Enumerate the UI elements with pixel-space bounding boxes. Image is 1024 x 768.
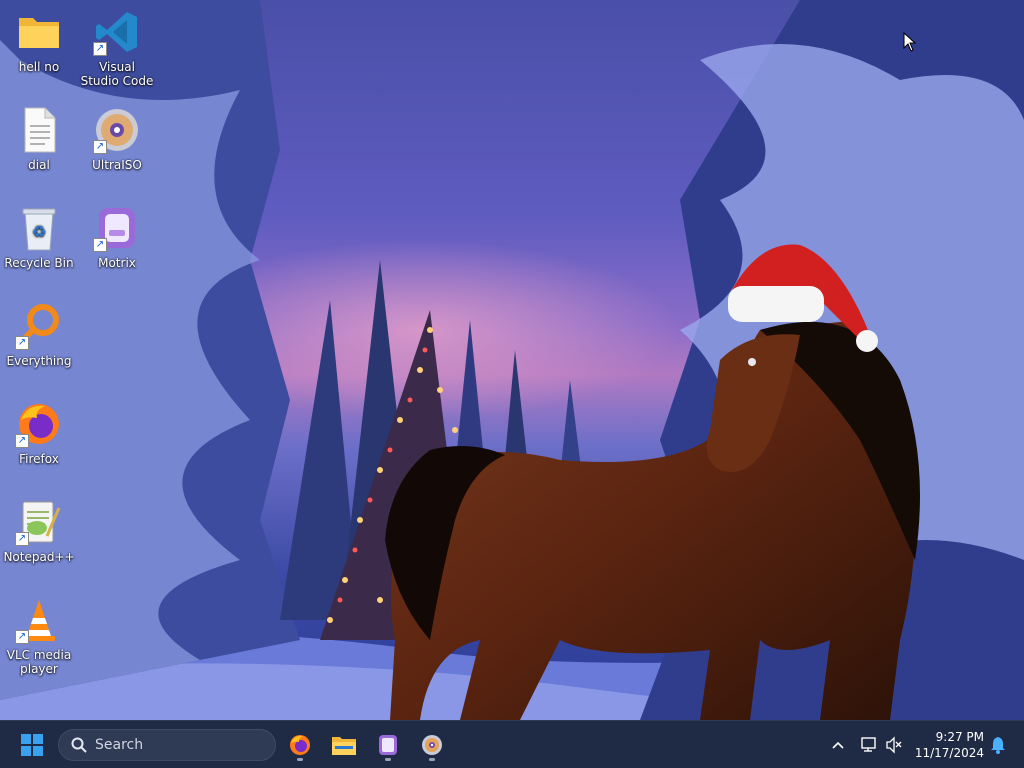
taskbar-ultraiso-button[interactable] (414, 727, 450, 763)
running-indicator (429, 758, 435, 761)
desktop-icon-vscode[interactable]: ↗ Visual Studio Code (79, 8, 155, 88)
desktop-icon-label: dial (28, 158, 50, 172)
folder-icon (15, 8, 63, 56)
search-icon (71, 737, 87, 753)
taskbar-search-box[interactable]: Search (58, 729, 276, 761)
volume-muted-icon (886, 736, 902, 754)
notepadpp-icon: ↗ (15, 498, 63, 546)
clock-time: 9:27 PM (935, 730, 984, 744)
vscode-icon: ↗ (93, 8, 141, 56)
start-button[interactable] (14, 727, 50, 763)
shortcut-arrow-icon: ↗ (15, 630, 29, 644)
desktop-icon-label: Recycle Bin (4, 256, 74, 270)
desktop-icon-label: Motrix (98, 256, 136, 270)
running-indicator (297, 758, 303, 761)
recycle-bin-icon: ♻ (15, 204, 63, 252)
desktop-icon-vlc[interactable]: ↗ VLC media player (1, 596, 77, 676)
motrix-icon: ↗ (93, 204, 141, 252)
ultraiso-icon (422, 735, 442, 755)
shortcut-arrow-icon: ↗ (15, 434, 29, 448)
clock-date: 11/17/2024 (914, 746, 984, 760)
desktop-icon-firefox[interactable]: ↗ Firefox (1, 400, 77, 466)
running-indicator (385, 758, 391, 761)
mouse-cursor-icon (903, 32, 917, 52)
taskbar-file-explorer-button[interactable] (326, 727, 362, 763)
motrix-icon (379, 735, 397, 755)
desktop-icon-label: Everything (6, 354, 72, 368)
desktop[interactable]: hell no ↗ Visual Studio Code dial ↗ Ultr… (0, 0, 1024, 720)
bell-icon (991, 737, 1005, 754)
firefox-icon: ↗ (15, 400, 63, 448)
search-placeholder: Search (95, 737, 144, 753)
desktop-icon-ultraiso[interactable]: ↗ UltraISO (79, 106, 155, 172)
shortcut-arrow-icon: ↗ (15, 336, 29, 350)
desktop-icon-everything[interactable]: ↗ Everything (1, 302, 77, 368)
desktop-icon-label: hell no (18, 60, 60, 74)
volume-button[interactable] (882, 733, 906, 757)
file-explorer-icon (332, 737, 356, 755)
desktop-icon-label: UltraISO (92, 158, 142, 172)
desktop-icon-recycle-bin[interactable]: ♻ Recycle Bin (1, 204, 77, 270)
svg-text:♻: ♻ (32, 222, 46, 241)
desktop-icon-label: Visual Studio Code (80, 60, 154, 88)
windows-logo-icon (21, 734, 43, 756)
disc-icon: ↗ (93, 106, 141, 154)
shortcut-arrow-icon: ↗ (93, 42, 107, 56)
firefox-icon (290, 735, 310, 755)
shortcut-arrow-icon: ↗ (93, 238, 107, 252)
desktop-icon-dial[interactable]: dial (1, 106, 77, 172)
desktop-icon-notepadpp[interactable]: ↗ Notepad++ (1, 498, 77, 564)
network-status-button[interactable] (858, 733, 882, 757)
shortcut-arrow-icon: ↗ (15, 532, 29, 546)
vlc-icon: ↗ (15, 596, 63, 644)
shortcut-arrow-icon: ↗ (93, 140, 107, 154)
taskbar-motrix-button[interactable] (370, 727, 406, 763)
chevron-up-icon (832, 741, 844, 749)
taskbar-clock[interactable]: 9:27 PM 11/17/2024 (912, 729, 984, 761)
desktop-icon-label: Notepad++ (3, 550, 75, 564)
taskbar-firefox-button[interactable] (282, 727, 318, 763)
notifications-button[interactable] (986, 733, 1010, 757)
desktop-icon-hell-no[interactable]: hell no (1, 8, 77, 74)
desktop-icon-label: VLC media player (6, 648, 72, 676)
text-file-icon (15, 106, 63, 154)
everything-icon: ↗ (15, 302, 63, 350)
network-icon (861, 737, 876, 752)
desktop-icon-motrix[interactable]: ↗ Motrix (79, 204, 155, 270)
desktop-icon-label: Firefox (19, 452, 59, 466)
taskbar: Search 9:27 PM 11/17/2024 (0, 720, 1024, 768)
show-hidden-icons-button[interactable] (826, 733, 850, 757)
